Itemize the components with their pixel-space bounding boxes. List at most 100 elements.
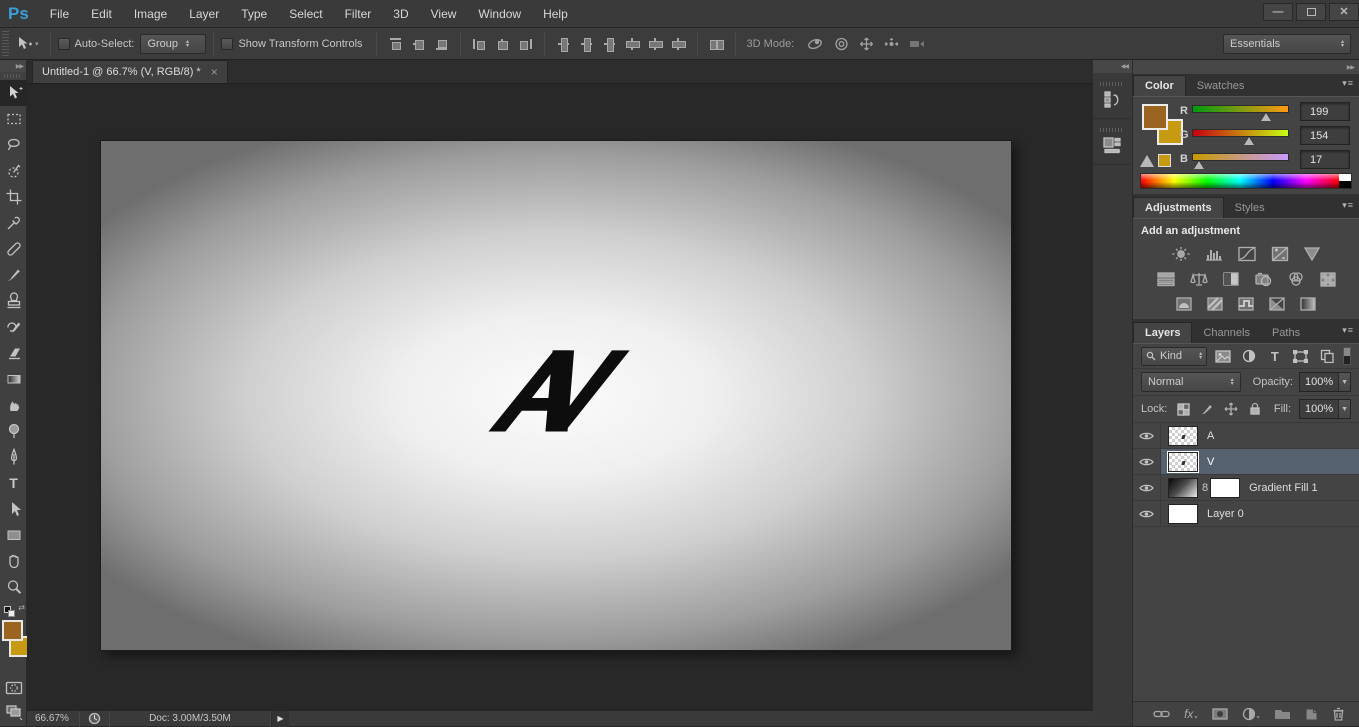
- red-value-field[interactable]: 199: [1300, 102, 1350, 121]
- tab-swatches[interactable]: Swatches: [1186, 75, 1256, 96]
- distribute-top-edges-icon[interactable]: [556, 37, 571, 51]
- green-slider-thumb[interactable]: [1244, 137, 1254, 145]
- threshold-icon[interactable]: [1237, 296, 1255, 312]
- mask-link-icon[interactable]: 8: [1202, 482, 1208, 494]
- document-canvas[interactable]: AV: [100, 140, 1012, 651]
- minimize-button[interactable]: —: [1263, 3, 1293, 21]
- rectangular-marquee-tool[interactable]: [0, 106, 27, 132]
- gradient-tool[interactable]: [0, 366, 27, 392]
- menu-select[interactable]: Select: [278, 0, 333, 28]
- spectrum-gradient[interactable]: [1141, 174, 1339, 188]
- add-layer-mask-icon[interactable]: [1212, 708, 1228, 720]
- eraser-tool[interactable]: [0, 340, 27, 366]
- layer-name[interactable]: V: [1207, 456, 1214, 468]
- tab-layers[interactable]: Layers: [1133, 322, 1192, 343]
- color-balance-icon[interactable]: [1189, 271, 1209, 287]
- quick-mask-mode-button[interactable]: [0, 676, 27, 700]
- 3d-scale-camera-icon[interactable]: [909, 38, 926, 50]
- black-swatch[interactable]: [1339, 181, 1351, 188]
- auto-select-target-dropdown[interactable]: Group ▴▾: [140, 34, 206, 54]
- spot-healing-brush-tool[interactable]: [0, 236, 27, 262]
- layer-row-v[interactable]: V: [1133, 449, 1359, 475]
- options-bar-grip[interactable]: [2, 31, 9, 57]
- auto-select-checkbox[interactable]: [58, 38, 70, 50]
- layer-row-a[interactable]: A: [1133, 423, 1359, 449]
- eyedropper-tool[interactable]: [0, 210, 27, 236]
- document-size-info[interactable]: Doc: 3.00M/3.50M: [110, 713, 270, 724]
- filter-shape-layers-icon[interactable]: [1291, 347, 1311, 365]
- default-foreground-background-icon[interactable]: ⇄: [0, 601, 27, 617]
- lock-pixels-icon[interactable]: [1199, 401, 1215, 417]
- distribute-left-edges-icon[interactable]: [625, 37, 640, 51]
- document-tab[interactable]: Untitled-1 @ 66.7% (V, RGB/8) * ×: [32, 60, 228, 83]
- menu-file[interactable]: File: [39, 0, 80, 28]
- visibility-eye-icon[interactable]: [1133, 501, 1161, 526]
- panel-menu-icon[interactable]: ▾≡: [1342, 78, 1354, 89]
- new-layer-icon[interactable]: [1305, 708, 1318, 721]
- opacity-field[interactable]: 100% ▼: [1299, 372, 1351, 392]
- layer-thumbnail-selected[interactable]: [1168, 452, 1198, 472]
- quick-selection-tool[interactable]: [0, 158, 27, 184]
- 3d-slide-icon[interactable]: [884, 37, 899, 51]
- levels-icon[interactable]: [1204, 246, 1224, 262]
- filter-pixel-layers-icon[interactable]: [1213, 347, 1233, 365]
- fill-field[interactable]: 100% ▼: [1299, 399, 1351, 419]
- layer-thumbnail[interactable]: [1168, 426, 1198, 446]
- collapse-panels-arrows-icon[interactable]: ▶▶: [1133, 60, 1359, 74]
- move-tool-preset-icon[interactable]: [15, 35, 33, 53]
- hue-saturation-icon[interactable]: [1156, 271, 1176, 287]
- layer-thumbnail[interactable]: [1168, 504, 1198, 524]
- layer-filtering-toggle[interactable]: [1343, 347, 1351, 365]
- lasso-tool[interactable]: [0, 132, 27, 158]
- layer-name[interactable]: A: [1207, 430, 1214, 442]
- lock-position-icon[interactable]: [1223, 401, 1239, 417]
- align-left-edges-icon[interactable]: [472, 37, 487, 51]
- layer-row-gradient-fill[interactable]: 8 Gradient Fill 1: [1133, 475, 1359, 501]
- distribute-right-edges-icon[interactable]: [671, 37, 686, 51]
- hand-tool[interactable]: [0, 548, 27, 574]
- smudge-tool[interactable]: [0, 392, 27, 418]
- show-transform-controls-checkbox[interactable]: [221, 38, 233, 50]
- 3d-rotate-icon[interactable]: [807, 37, 824, 51]
- lock-all-icon[interactable]: [1247, 401, 1263, 417]
- new-group-folder-icon[interactable]: [1274, 708, 1291, 720]
- red-slider-thumb[interactable]: [1261, 113, 1271, 121]
- invert-icon[interactable]: [1175, 296, 1193, 312]
- history-panel-button[interactable]: [1093, 73, 1131, 119]
- expand-panels-arrows-icon[interactable]: ◀◀: [1093, 60, 1132, 73]
- brush-tool[interactable]: [0, 262, 27, 288]
- tools-grip[interactable]: [4, 73, 22, 79]
- clone-stamp-tool[interactable]: [0, 288, 27, 314]
- status-flyout-arrow-icon[interactable]: ▶: [271, 711, 289, 727]
- close-button[interactable]: ✕: [1329, 3, 1359, 21]
- curves-icon[interactable]: [1237, 246, 1257, 262]
- rectangle-tool[interactable]: [0, 522, 27, 548]
- type-tool[interactable]: T: [0, 470, 27, 496]
- color-lookup-icon[interactable]: [1319, 271, 1337, 287]
- swap-colors-icon[interactable]: ⇄: [18, 603, 25, 612]
- zoom-tool[interactable]: [0, 574, 27, 600]
- posterize-icon[interactable]: [1206, 296, 1224, 312]
- foreground-color-swatch[interactable]: [2, 620, 23, 641]
- properties-panel-button[interactable]: [1093, 119, 1131, 165]
- align-right-edges-icon[interactable]: [518, 37, 533, 51]
- network-status-icon[interactable]: [88, 712, 101, 725]
- tab-channels[interactable]: Channels: [1192, 322, 1260, 343]
- tab-paths[interactable]: Paths: [1261, 322, 1311, 343]
- dropdown-arrow-icon[interactable]: ▼: [1338, 373, 1350, 391]
- lock-transparency-icon[interactable]: [1175, 401, 1191, 417]
- layer-row-layer-0[interactable]: Layer 0: [1133, 501, 1359, 527]
- exposure-icon[interactable]: [1270, 246, 1290, 262]
- blue-slider-thumb[interactable]: [1194, 161, 1204, 169]
- restore-button[interactable]: [1296, 3, 1326, 21]
- menu-image[interactable]: Image: [123, 0, 178, 28]
- preset-dropdown-arrow[interactable]: ▾: [35, 40, 39, 48]
- menu-help[interactable]: Help: [532, 0, 579, 28]
- closest-web-color-swatch[interactable]: [1158, 154, 1171, 167]
- vibrance-icon[interactable]: [1303, 246, 1321, 262]
- menu-window[interactable]: Window: [467, 0, 532, 28]
- move-tool[interactable]: [0, 80, 27, 106]
- align-horizontal-centers-icon[interactable]: [495, 37, 510, 51]
- visibility-eye-icon[interactable]: [1133, 475, 1161, 500]
- menu-type[interactable]: Type: [230, 0, 278, 28]
